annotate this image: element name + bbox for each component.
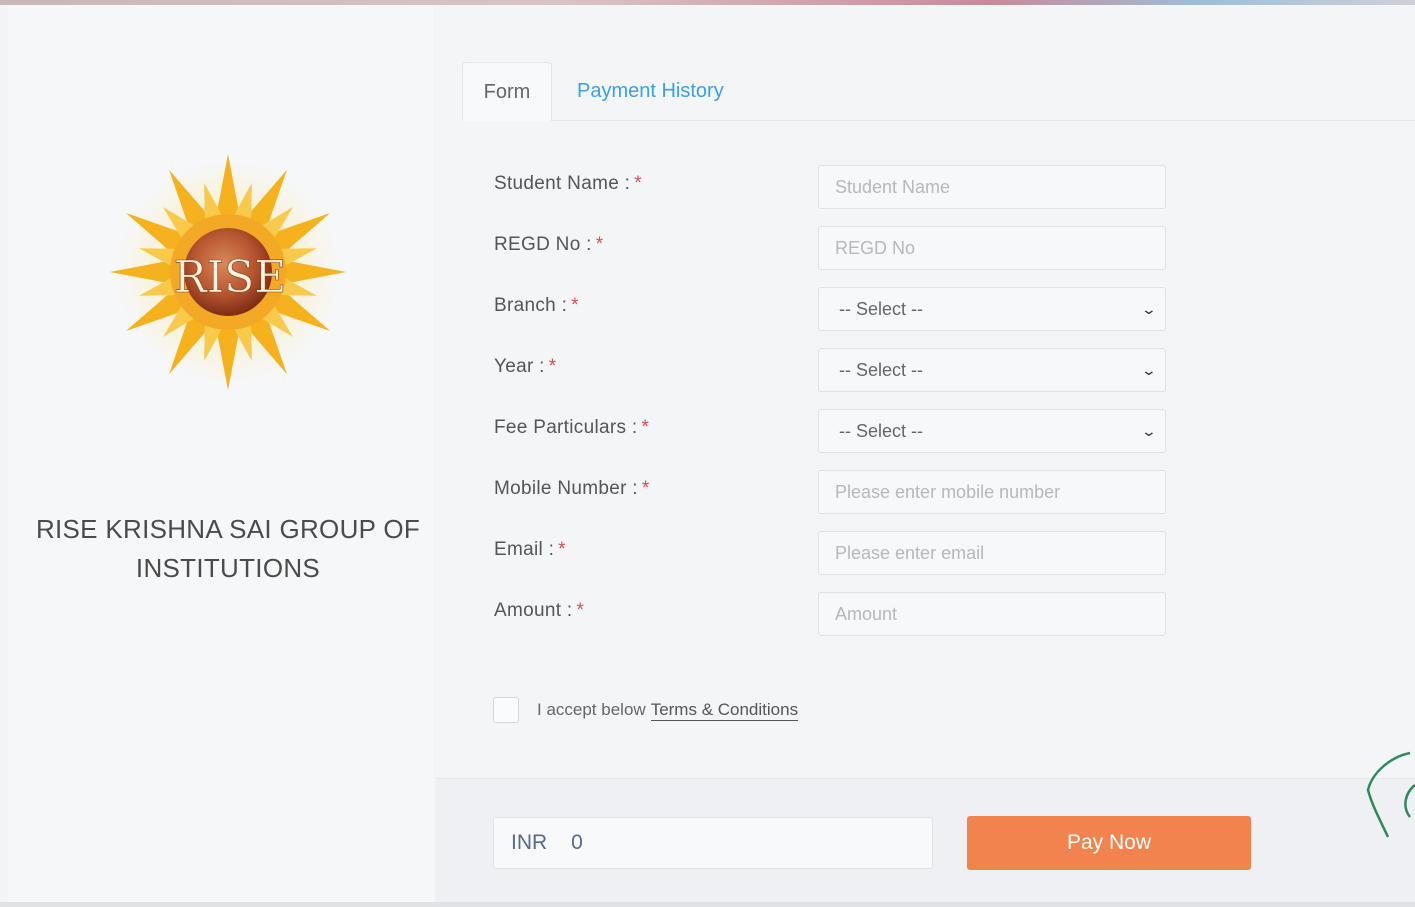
tab-payment-history[interactable]: Payment History bbox=[577, 62, 724, 119]
terms-row: I accept below Terms & Conditions bbox=[493, 696, 799, 724]
chevron-down-icon: ⌄ bbox=[1140, 300, 1158, 317]
branding-panel: RISE RISE KRISHNA SAI GROUP OF INSTITUTI… bbox=[8, 5, 434, 902]
student-name-input[interactable] bbox=[818, 165, 1166, 209]
required-marker: * bbox=[558, 539, 566, 560]
branch-label: Branch : * bbox=[494, 295, 579, 316]
required-marker: * bbox=[576, 600, 585, 621]
chevron-down-icon: ⌄ bbox=[1140, 422, 1158, 439]
tab-bar: Form Payment History bbox=[462, 62, 1415, 121]
mobile-number-label: Mobile Number : * bbox=[494, 478, 650, 499]
email-label: Email : * bbox=[494, 539, 566, 560]
required-marker: * bbox=[595, 234, 604, 255]
pay-now-button[interactable]: Pay Now bbox=[967, 816, 1251, 870]
branch-select-value: -- Select -- bbox=[839, 298, 924, 319]
currency-label: INR bbox=[511, 831, 548, 854]
mobile-number-input[interactable] bbox=[818, 470, 1166, 514]
rise-sun-logo: RISE bbox=[110, 154, 346, 390]
window-bottom-edge bbox=[0, 902, 1415, 907]
email-input[interactable] bbox=[818, 531, 1166, 575]
year-label: Year : * bbox=[494, 356, 557, 377]
amount-label: Amount : * bbox=[494, 600, 585, 621]
total-amount-value: 0 bbox=[571, 831, 583, 854]
regd-no-input[interactable] bbox=[818, 226, 1166, 270]
institution-name-line-1: RISE KRISHNA SAI GROUP OF bbox=[35, 514, 421, 544]
required-marker: * bbox=[634, 173, 642, 194]
year-select[interactable]: -- Select -- ⌄ bbox=[818, 348, 1166, 392]
institution-name: RISE KRISHNA SAI GROUP OF INSTITUTIONS bbox=[8, 510, 448, 588]
tab-form[interactable]: Form bbox=[462, 62, 552, 121]
year-select-value: -- Select -- bbox=[839, 359, 924, 380]
institution-name-line-2: INSTITUTIONS bbox=[135, 553, 321, 583]
chevron-down-icon: ⌄ bbox=[1140, 361, 1158, 378]
fee-particulars-select-value: -- Select -- bbox=[839, 420, 924, 441]
required-marker: * bbox=[571, 295, 579, 316]
terms-text: I accept below bbox=[537, 700, 646, 719]
terms-conditions-link[interactable]: Terms & Conditions bbox=[650, 700, 799, 721]
fee-particulars-label: Fee Particulars : * bbox=[494, 417, 650, 438]
total-amount-display: INR 0 bbox=[493, 817, 933, 869]
required-marker: * bbox=[641, 478, 650, 499]
required-marker: * bbox=[641, 417, 650, 438]
regd-no-label: REGD No : * bbox=[494, 234, 604, 255]
branch-select[interactable]: -- Select -- ⌄ bbox=[818, 287, 1166, 331]
fee-particulars-select[interactable]: -- Select -- ⌄ bbox=[818, 409, 1166, 453]
logo-text: RISE bbox=[174, 252, 287, 303]
form-panel bbox=[436, 5, 1415, 902]
green-pen-mark bbox=[1366, 751, 1415, 838]
terms-checkbox[interactable] bbox=[493, 697, 519, 723]
required-marker: * bbox=[548, 356, 557, 377]
student-name-label: Student Name : * bbox=[494, 173, 642, 194]
amount-input[interactable] bbox=[818, 592, 1166, 636]
